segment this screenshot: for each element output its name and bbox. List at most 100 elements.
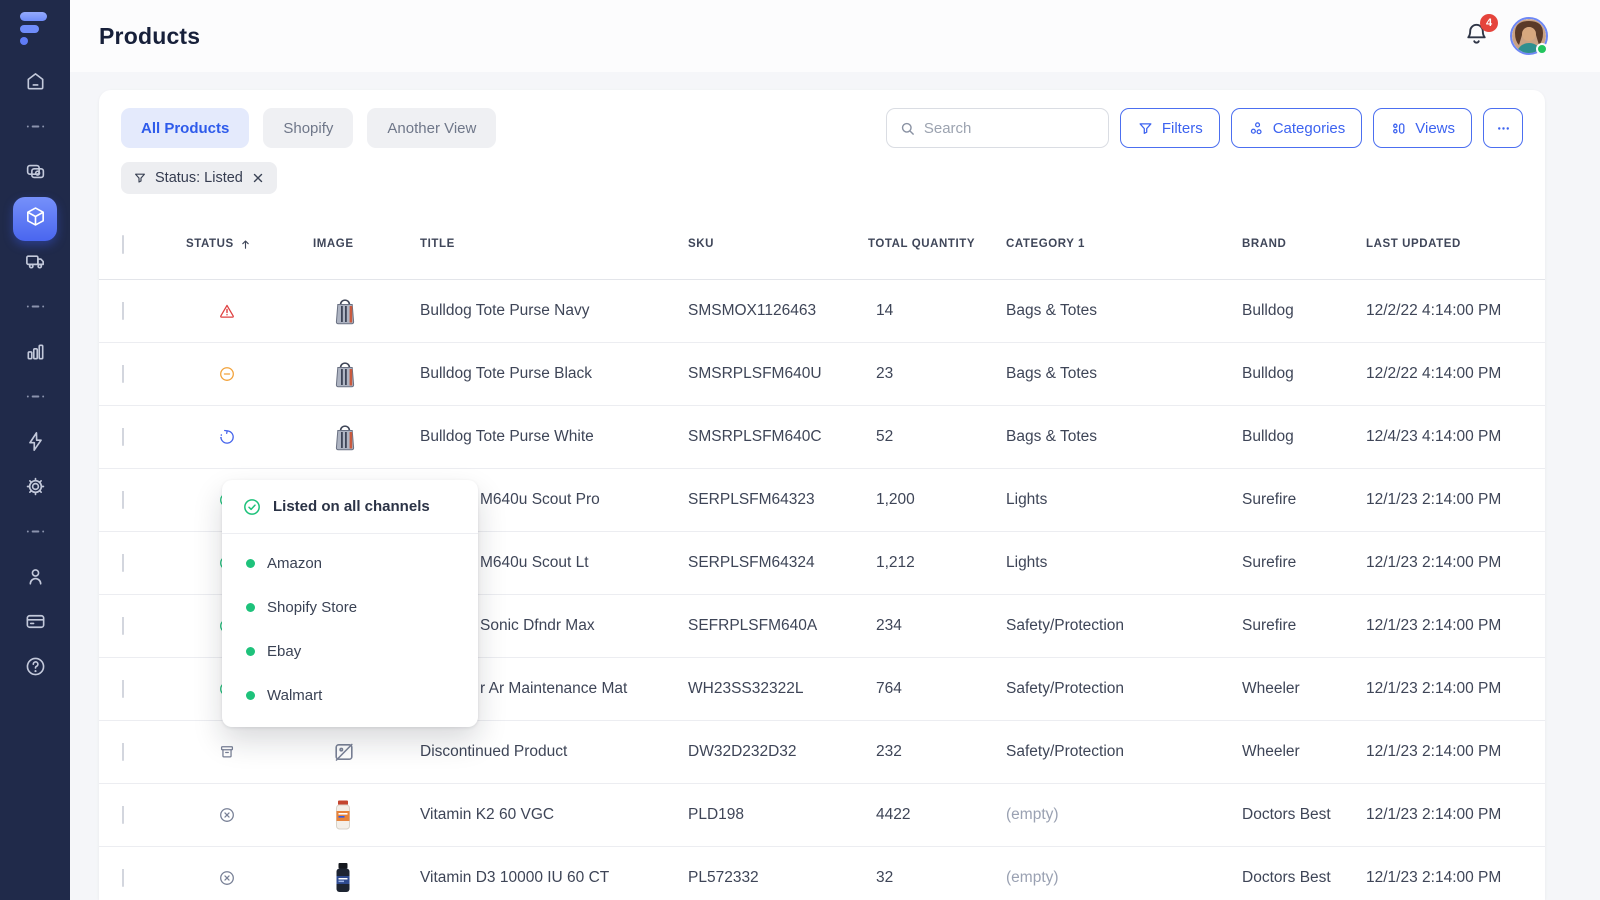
sidebar-item-credit-card[interactable] bbox=[21, 610, 49, 638]
column-header-brand[interactable]: BRAND bbox=[1221, 237, 1345, 253]
views-layout-icon bbox=[1390, 120, 1407, 137]
last-updated: 12/1/23 2:14:00 PM bbox=[1345, 743, 1545, 761]
sidebar-item-bar-chart[interactable] bbox=[21, 340, 49, 368]
status-alert-icon bbox=[218, 302, 236, 320]
row-checkbox-cell bbox=[99, 806, 167, 824]
filter-chip-status[interactable]: Status: Listed bbox=[121, 162, 277, 194]
popup-title: Listed on all channels bbox=[273, 498, 430, 515]
search-box bbox=[886, 108, 1109, 148]
last-updated: 12/1/23 2:14:00 PM bbox=[1345, 617, 1545, 635]
row-checkbox[interactable] bbox=[122, 617, 124, 635]
category: Lights bbox=[985, 491, 1221, 509]
tab-all-products[interactable]: All Products bbox=[121, 108, 249, 148]
sidebar-item-question-circle[interactable] bbox=[21, 655, 49, 683]
sidebar-item-gear[interactable] bbox=[21, 475, 49, 503]
product-title: Vitamin D3 10000 IU 60 CT bbox=[409, 869, 677, 887]
category: Safety/Protection bbox=[985, 743, 1221, 761]
table-header-row: STATUSIMAGETITLESKUTOTAL QUANTITYCATEGOR… bbox=[99, 210, 1545, 280]
total-quantity: 1,200 bbox=[855, 491, 985, 509]
brand: Surefire bbox=[1221, 491, 1345, 509]
sidebar-item-cards[interactable] bbox=[21, 160, 49, 188]
status-cell bbox=[167, 806, 299, 824]
product-image bbox=[332, 421, 360, 453]
active-filters: Status: Listed bbox=[99, 148, 1545, 194]
total-quantity: 232 bbox=[855, 743, 985, 761]
table-row[interactable]: Vitamin D3 10000 IU 60 CTPL57233232(empt… bbox=[99, 847, 1545, 900]
column-header-category-1[interactable]: CATEGORY 1 bbox=[985, 237, 1221, 253]
channel-item-amazon: Amazon bbox=[222, 541, 478, 585]
sidebar-item-truck[interactable] bbox=[21, 250, 49, 278]
product-title: Bulldog Tote Purse White bbox=[409, 428, 677, 446]
notifications-button[interactable]: 4 bbox=[1463, 20, 1490, 52]
page-title: Products bbox=[99, 23, 200, 50]
column-header-status[interactable]: STATUS bbox=[167, 237, 299, 253]
sidebar-item-home[interactable] bbox=[21, 70, 49, 98]
channel-item-ebay: Ebay bbox=[222, 629, 478, 673]
table-row[interactable]: Discontinued ProductDW32D232D32232Safety… bbox=[99, 721, 1545, 784]
listed-status-dot bbox=[246, 691, 255, 700]
status-cell bbox=[167, 428, 299, 446]
table-row[interactable]: Bulldog Tote Purse WhiteSMSRPLSFM640C52B… bbox=[99, 406, 1545, 469]
last-updated: 12/1/23 2:14:00 PM bbox=[1345, 680, 1545, 698]
row-checkbox[interactable] bbox=[122, 365, 124, 383]
ellipsis-icon bbox=[1495, 120, 1512, 137]
toolbar-actions: Filters Categories Views bbox=[886, 108, 1523, 148]
row-checkbox[interactable] bbox=[122, 428, 124, 446]
filters-button[interactable]: Filters bbox=[1120, 108, 1220, 148]
table-row[interactable]: Vitamin K2 60 VGCPLD1984422(empty)Doctor… bbox=[99, 784, 1545, 847]
popup-header: Listed on all channels bbox=[222, 480, 478, 534]
views-button[interactable]: Views bbox=[1373, 108, 1472, 148]
column-header-total-quantity[interactable]: TOTAL QUANTITY bbox=[855, 237, 985, 253]
search-input[interactable] bbox=[924, 120, 1096, 137]
lightning-icon bbox=[24, 430, 47, 458]
total-quantity: 234 bbox=[855, 617, 985, 635]
cards-icon bbox=[24, 160, 47, 188]
brand: Wheeler bbox=[1221, 680, 1345, 698]
tab-shopify[interactable]: Shopify bbox=[263, 108, 353, 148]
column-header-last-updated[interactable]: LAST UPDATED bbox=[1345, 237, 1545, 253]
filter-funnel-icon bbox=[1137, 120, 1154, 137]
column-header-sku[interactable]: SKU bbox=[677, 237, 855, 253]
image-cell bbox=[299, 295, 409, 327]
funnel-icon bbox=[133, 171, 147, 185]
column-header-image[interactable]: IMAGE bbox=[299, 237, 409, 253]
last-updated: 12/1/23 2:14:00 PM bbox=[1345, 806, 1545, 824]
last-updated: 12/1/23 2:14:00 PM bbox=[1345, 869, 1545, 887]
channel-item-shopify-store: Shopify Store bbox=[222, 585, 478, 629]
app-logo[interactable] bbox=[20, 12, 50, 54]
last-updated: 12/1/23 2:14:00 PM bbox=[1345, 554, 1545, 572]
row-checkbox[interactable] bbox=[122, 491, 124, 509]
product-sku: SERPLSFM64324 bbox=[677, 554, 855, 572]
row-checkbox[interactable] bbox=[122, 554, 124, 572]
row-checkbox[interactable] bbox=[122, 302, 124, 320]
more-actions-button[interactable] bbox=[1483, 108, 1523, 148]
categories-button[interactable]: Categories bbox=[1231, 108, 1363, 148]
sidebar-item-cube[interactable] bbox=[13, 197, 57, 241]
total-quantity: 52 bbox=[855, 428, 985, 446]
row-checkbox-cell bbox=[99, 680, 167, 698]
status-unlisted-icon bbox=[218, 806, 236, 824]
sidebar-item-dots-divider bbox=[21, 520, 49, 548]
select-all-checkbox[interactable] bbox=[122, 235, 124, 254]
image-cell bbox=[299, 736, 409, 768]
user-avatar[interactable] bbox=[1510, 17, 1548, 55]
views-label: Views bbox=[1415, 120, 1455, 137]
row-checkbox[interactable] bbox=[122, 680, 124, 698]
brand: Surefire bbox=[1221, 554, 1345, 572]
top-bar: Products 4 bbox=[70, 0, 1600, 72]
last-updated: 12/1/23 2:14:00 PM bbox=[1345, 491, 1545, 509]
row-checkbox[interactable] bbox=[122, 743, 124, 761]
dots-divider-icon bbox=[24, 115, 47, 143]
column-header-title[interactable]: TITLE bbox=[409, 237, 677, 253]
row-checkbox[interactable] bbox=[122, 806, 124, 824]
tab-another-view[interactable]: Another View bbox=[367, 108, 496, 148]
table-row[interactable]: Bulldog Tote Purse NavySMSMOX112646314Ba… bbox=[99, 280, 1545, 343]
row-checkbox[interactable] bbox=[122, 869, 124, 887]
last-updated: 12/4/23 4:14:00 PM bbox=[1345, 428, 1545, 446]
sidebar-item-lightning[interactable] bbox=[21, 430, 49, 458]
remove-filter-icon[interactable] bbox=[251, 171, 265, 185]
sidebar-item-person[interactable] bbox=[21, 565, 49, 593]
table-row[interactable]: Bulldog Tote Purse BlackSMSRPLSFM640U23B… bbox=[99, 343, 1545, 406]
categories-label: Categories bbox=[1273, 120, 1346, 137]
brand: Doctors Best bbox=[1221, 869, 1345, 887]
